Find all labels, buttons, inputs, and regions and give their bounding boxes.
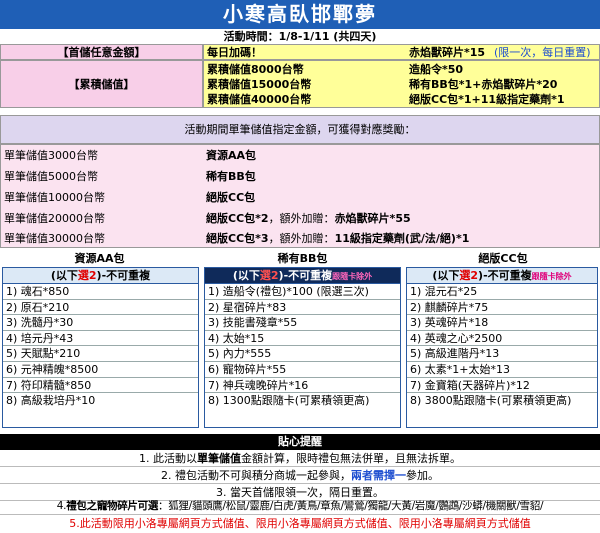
tip-emphasis: 兩者需擇一 [351,469,406,482]
package-title-cc: 絕版CC包 [478,252,528,265]
package-item: 6) 元神精魄*8500 [3,362,198,378]
tips-title: 貼心提醒 [0,434,600,450]
package-item: 8) 1300點跟隨卡(可累積領更高) [208,394,370,408]
package-item: 4) 太始*15 [205,331,400,347]
package-bb: (以下選2)-不可重複跟隨卡除外 1) 造船令(禮包)*100 (限選三次) 2… [204,267,401,428]
rule-prefix: (以下 [50,269,78,282]
tip-text: 1. 此活動以 [139,452,197,465]
single-extra-label: ，額外加贈： [268,212,335,225]
package-item: 7) 神兵魂晚碎片*16 [205,378,400,394]
package-aa: (以下選2)-不可重複 1) 魂石*850 2) 原石*210 3) 洗髓丹*3… [2,267,199,428]
package-item: 3) 技能書殘章*55 [205,315,400,331]
package-item: 8) 3800點跟隨卡(可累積領更高) [410,394,572,408]
tip-text: 4. [56,500,67,512]
package-title-aa: 資源AA包 [74,252,125,265]
first-deposit-reward: 每日加碼！ [207,46,262,59]
package-item: 4) 培元丹*43 [3,331,198,347]
package-item: 8) 高級栽培丹*10 [6,394,96,408]
single-amount: 單筆儲值10000台幣 [4,191,105,204]
tip-1: 1. 此活動以單筆儲值金額計算，限時禮包無法併單，且無法拆單。 [0,450,600,467]
package-item: 1) 混元石*25 [407,284,597,300]
single-reward: 絕版CC包*2 [206,212,269,225]
cumulative-reward: 造船令*50 [409,63,464,76]
tip-4: 4.禮包之寵物碎片可選：狐狸/貓頭鷹/松鼠/靈鹿/白虎/黃鳥/章魚/鸞鶯/獨龍/… [0,498,600,515]
first-deposit-note: (限一次，每日重置) [494,46,591,59]
single-deposit-rewards: 資源AA包 稀有BB包 絕版CC包 絕版CC包*2，額外加贈：赤焰獸碎片*55 … [203,144,600,248]
package-item: 1) 魂石*850 [3,284,198,300]
package-item: 7) 符印精髓*850 [3,378,198,394]
tip-text: 金額計算，限時禮包無法併單，且無法拆單。 [241,452,461,465]
package-item: 2) 原石*210 [3,300,198,316]
single-reward-line: 絕版CC包*2，額外加贈：赤焰獸碎片*55 [206,211,411,226]
single-reward: 絕版CC包 [206,191,256,204]
rule-pick: 選2 [77,269,97,282]
cumulative-reward: 稀有BB包*1+赤焰獸碎片*20 [409,78,558,91]
package-item: 5) 內力*555 [205,346,400,362]
single-extra: 赤焰獸碎片*55 [334,212,411,225]
rule-note: 跟隨卡除外 [332,272,373,281]
package-item: 6) 太素*1+太始*13 [407,362,597,378]
cumulative-amount: 累積儲值40000台幣 [207,93,312,106]
package-item: 1) 造船令(禮包)*100 (限選三次) [205,284,400,300]
package-item: 2) 星宿碎片*83 [205,300,400,316]
first-deposit-bonus: 赤焰獸碎片*15 [409,46,486,59]
single-reward-line: 絕版CC包*3，額外加贈：11級指定藥劑(武/法/絕)*1 [206,231,469,246]
rule-note: 跟隨卡除外 [531,272,572,281]
tip-text: 2. 禮包活動不可與積分商城一起參與， [161,469,351,482]
rule-pick: 選2 [259,269,279,282]
package-item: 2) 麒麟碎片*75 [407,300,597,316]
rule-pick: 選2 [459,269,479,282]
rule-prefix: (以下 [232,269,260,282]
single-deposit-amounts: 單筆儲值3000台幣 單筆儲值5000台幣 單筆儲值10000台幣 單筆儲值20… [0,144,203,248]
tip-emphasis: 禮包之寵物碎片可選 [66,500,159,512]
cumulative-amount: 累積儲值15000台幣 [207,78,312,91]
package-item: 4) 英魂之心*2500 [407,331,597,347]
single-extra: 11級指定藥劑(武/法/絕)*1 [334,232,470,245]
event-page: 小寒高臥邯鄲夢 活動時間：1/8-1/11 (共四天) 【首儲任意金額】 每日加… [0,0,600,533]
tip-5: 5.此活動限用小洛專屬網頁方式儲值、限用小洛專屬網頁方式儲值、限用小洛專屬網頁方… [69,517,531,530]
first-deposit-row: 每日加碼！ 赤焰獸碎片*15 (限一次，每日重置) [203,44,600,60]
package-item: 5) 天賦點*210 [3,346,198,362]
cumulative-label: 【累積儲值】 [0,60,203,108]
package-rule: (以下選2)-不可重複 [3,268,198,284]
single-deposit-intro: 活動期間單筆儲值指定金額，可獲得對應獎勵： [0,115,600,144]
rule-suffix: )-不可重複 [278,269,333,282]
package-item: 6) 寵物碎片*55 [205,362,400,378]
single-reward: 絕版CC包*3 [206,232,269,245]
cumulative-reward: 絕版CC包*1+11級指定藥劑*1 [409,93,565,106]
tip-text: ：狐狸/貓頭鷹/松鼠/靈鹿/白虎/黃鳥/章魚/鸞鶯/獨龍/大黃/岩魔/鸚鵡/沙蟒… [158,500,544,512]
package-cc: (以下選2)-不可重複跟隨卡除外 1) 混元石*25 2) 麒麟碎片*75 3)… [406,267,598,428]
package-rule: (以下選2)-不可重複跟隨卡除外 [407,268,597,284]
package-rule: (以下選2)-不可重複跟隨卡除外 [205,268,400,284]
cumulative-tiers: 累積儲值8000台幣 造船令*50 累積儲值15000台幣 稀有BB包*1+赤焰… [203,60,600,108]
tip-2: 2. 禮包活動不可與積分商城一起參與，兩者需擇一參加。 [0,467,600,484]
single-extra-label: ，額外加贈： [268,232,335,245]
event-title-banner: 小寒高臥邯鄲夢 [0,0,600,29]
single-amount: 單筆儲值20000台幣 [4,212,105,225]
first-deposit-label: 【首儲任意金額】 [0,44,203,60]
package-title-bb: 稀有BB包 [277,252,328,265]
single-amount: 單筆儲值3000台幣 [4,149,98,162]
single-reward: 稀有BB包 [206,170,256,183]
single-amount: 單筆儲值30000台幣 [4,232,105,245]
package-item: 7) 金寶箱(天器碎片)*12 [407,378,597,394]
rule-suffix: )-不可重複 [478,269,532,282]
package-item: 3) 英魂碎片*18 [407,315,597,331]
event-period: 活動時間：1/8-1/11 (共四天) [223,30,377,43]
tip-text: 參加。 [406,469,439,482]
rule-prefix: (以下 [432,269,460,282]
cumulative-amount: 累積儲值8000台幣 [207,63,304,76]
rule-suffix: )-不可重複 [96,269,151,282]
package-item: 3) 洗髓丹*30 [3,315,198,331]
package-item: 5) 高級進階丹*13 [407,346,597,362]
single-reward: 資源AA包 [206,149,257,162]
single-amount: 單筆儲值5000台幣 [4,170,98,183]
tip-emphasis: 單筆儲值 [197,452,241,465]
